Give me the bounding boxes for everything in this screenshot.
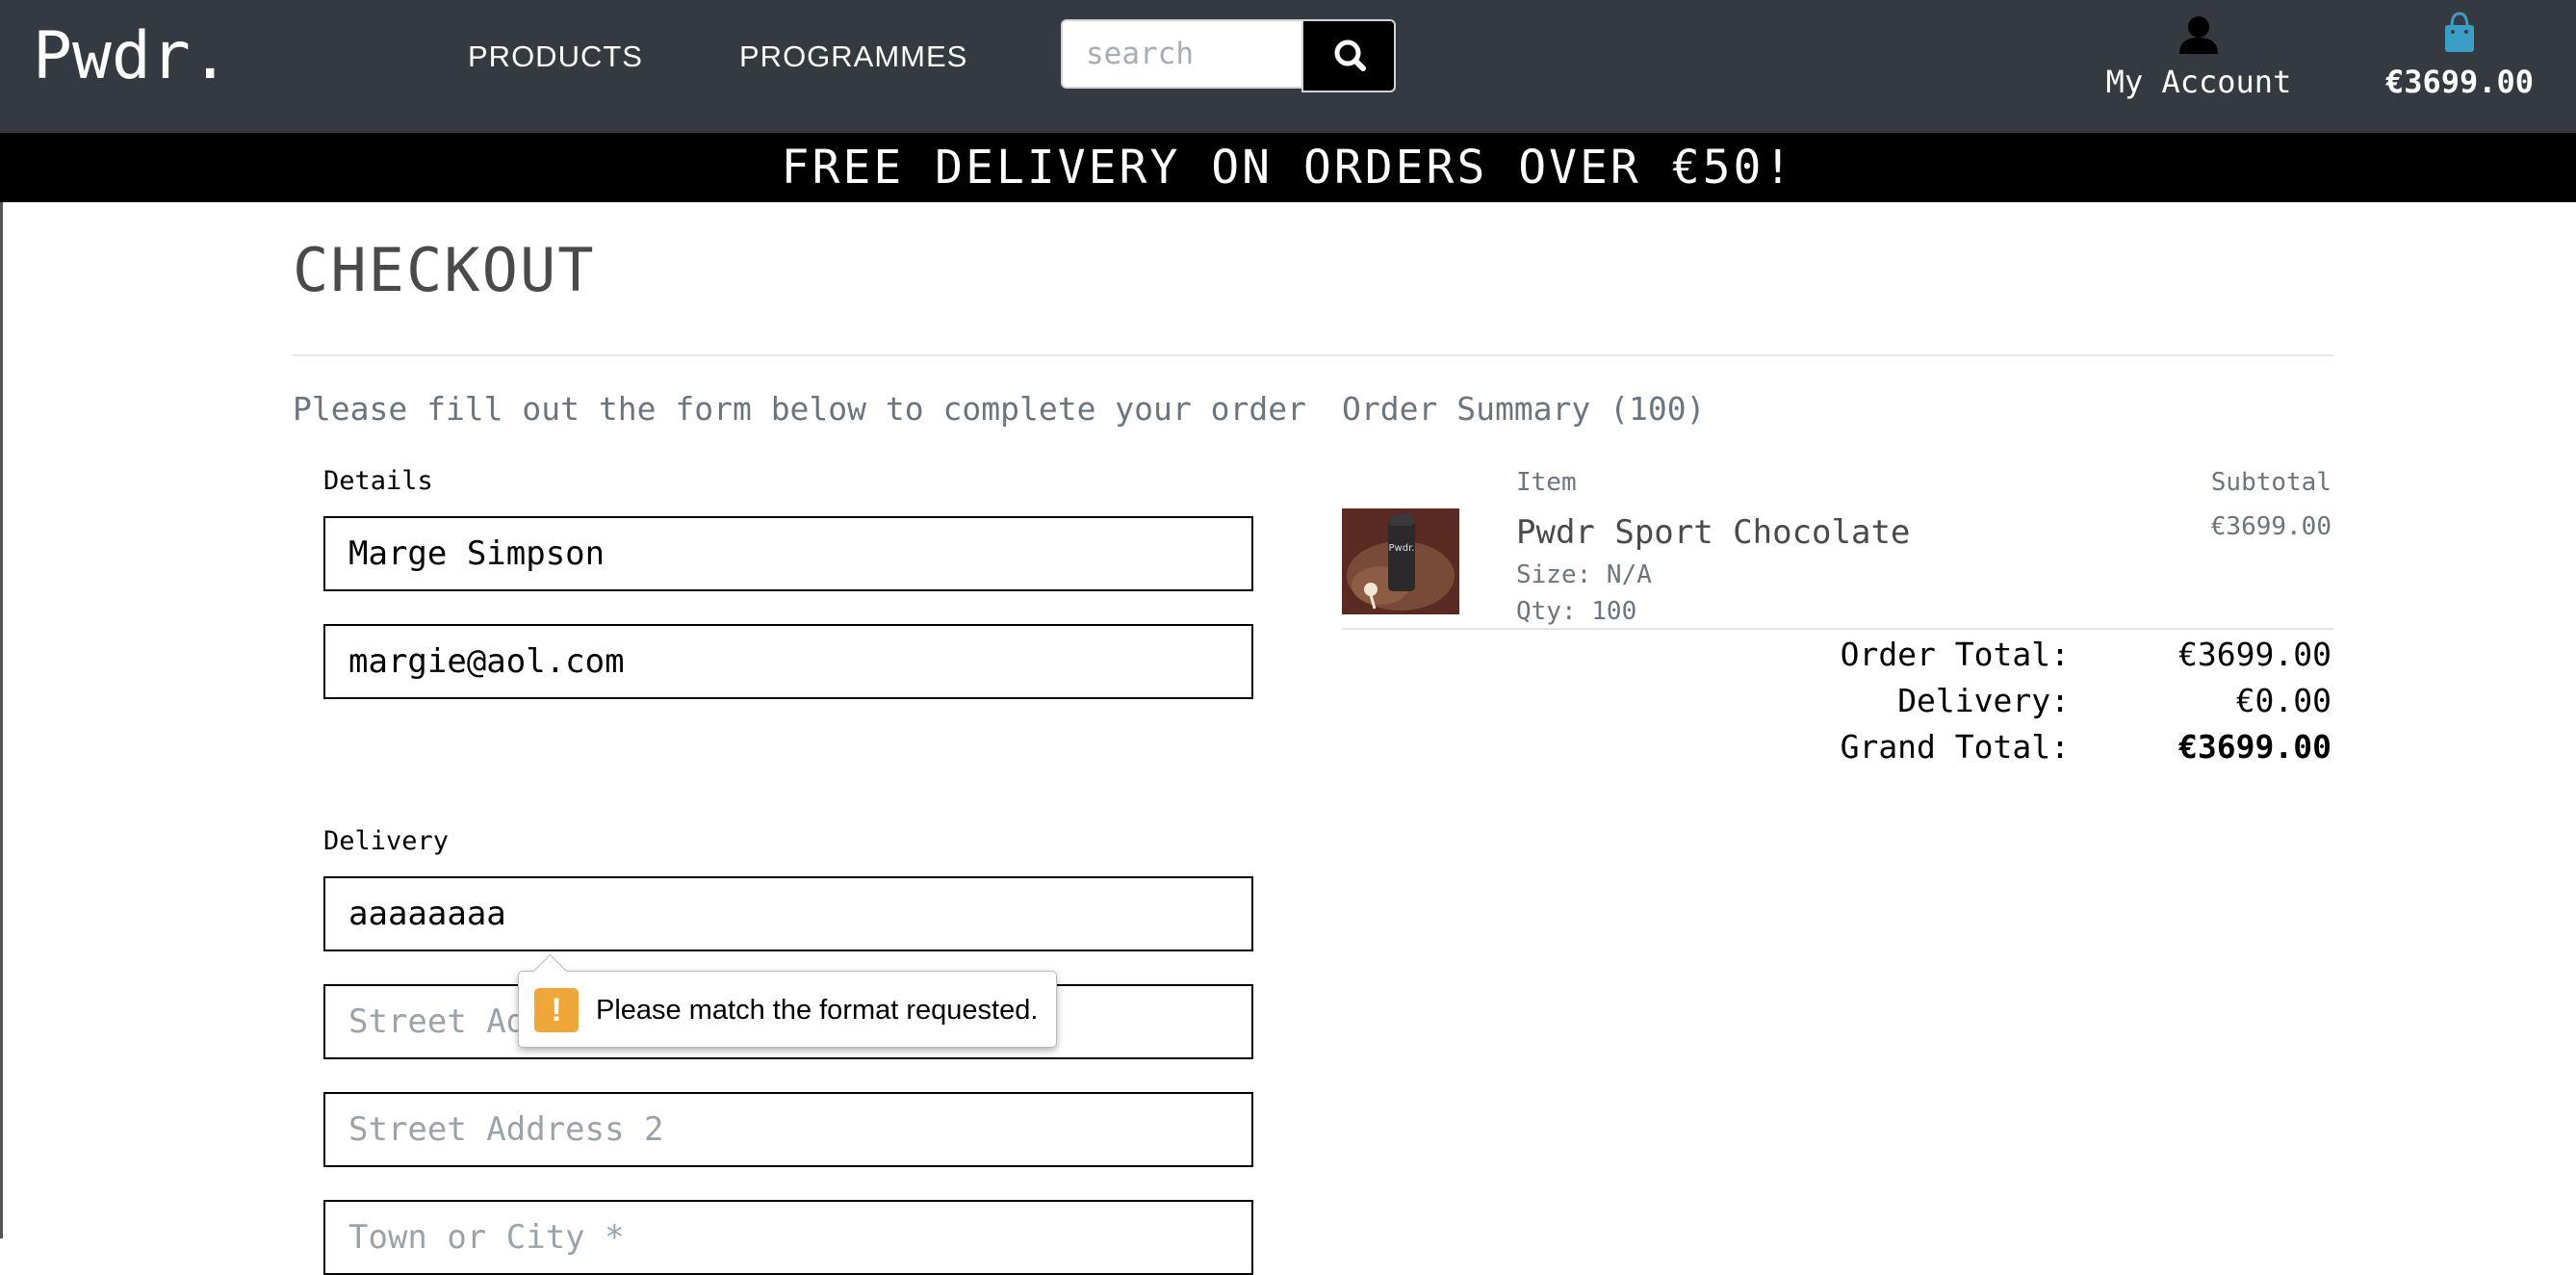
shopping-bag-link[interactable]: €3699.00 bbox=[2378, 8, 2541, 100]
product-thumbnail: Pwdr. bbox=[1342, 508, 1459, 614]
phone-number-field[interactable] bbox=[323, 876, 1253, 951]
product-size: Size: N/A bbox=[1516, 560, 1652, 589]
item-column-header: Item bbox=[1516, 468, 1577, 497]
details-legend: Details bbox=[323, 466, 433, 496]
nav-programmes[interactable]: PROGRAMMES bbox=[739, 37, 967, 77]
delivery-banner: FREE DELIVERY ON ORDERS OVER €50! bbox=[0, 133, 2576, 202]
search-icon bbox=[1334, 39, 1366, 71]
search-input[interactable] bbox=[1061, 19, 1301, 89]
tooltip-arrow bbox=[532, 953, 568, 989]
form-intro: Please fill out the form below to comple… bbox=[293, 390, 1306, 428]
bag-total: €3699.00 bbox=[2384, 64, 2535, 100]
product-qty: Qty: 100 bbox=[1516, 597, 1637, 626]
validation-message: Please match the format requested. bbox=[596, 995, 1039, 1026]
divider bbox=[293, 354, 2333, 356]
grand-total-label: Grand Total: bbox=[1840, 728, 2070, 766]
email-field[interactable] bbox=[323, 624, 1253, 699]
order-summary-title: Order Summary (100) bbox=[1342, 390, 1706, 428]
warning-icon: ! bbox=[534, 988, 579, 1032]
navbar: Pwdr. PRODUCTS PROGRAMMES My Account €36… bbox=[0, 0, 2576, 133]
full-name-field[interactable] bbox=[323, 516, 1253, 591]
product-thumbnail-logo: Pwdr. bbox=[1389, 543, 1415, 554]
delivery-label: Delivery: bbox=[1897, 682, 2070, 719]
page-title: CHECKOUT bbox=[293, 235, 596, 305]
order-total-value: €3699.00 bbox=[2178, 636, 2331, 673]
my-account-label: My Account bbox=[2105, 64, 2292, 100]
summary-divider bbox=[1342, 628, 2333, 630]
my-account-link[interactable]: My Account bbox=[2102, 8, 2295, 100]
product-subtotal: €3699.00 bbox=[2210, 512, 2331, 541]
grand-total-value: €3699.00 bbox=[2178, 728, 2331, 766]
street-address-2-field[interactable] bbox=[323, 1092, 1253, 1167]
order-total-label: Order Total: bbox=[1840, 636, 2070, 673]
town-city-field[interactable] bbox=[323, 1200, 1253, 1275]
brand-logo[interactable]: Pwdr. bbox=[33, 13, 230, 100]
user-icon bbox=[2179, 16, 2218, 54]
subtotal-column-header: Subtotal bbox=[2210, 468, 2331, 497]
page-edge bbox=[0, 202, 3, 1238]
validation-tooltip: ! Please match the format requested. bbox=[518, 953, 1057, 1048]
product-name: Pwdr Sport Chocolate bbox=[1516, 513, 1911, 552]
shopping-bag-icon bbox=[2445, 12, 2474, 52]
nav-products[interactable]: PRODUCTS bbox=[468, 37, 643, 77]
search-form bbox=[1061, 19, 1396, 92]
delivery-value: €0.00 bbox=[2235, 682, 2331, 719]
search-button[interactable] bbox=[1301, 19, 1396, 92]
delivery-legend: Delivery bbox=[323, 826, 450, 856]
